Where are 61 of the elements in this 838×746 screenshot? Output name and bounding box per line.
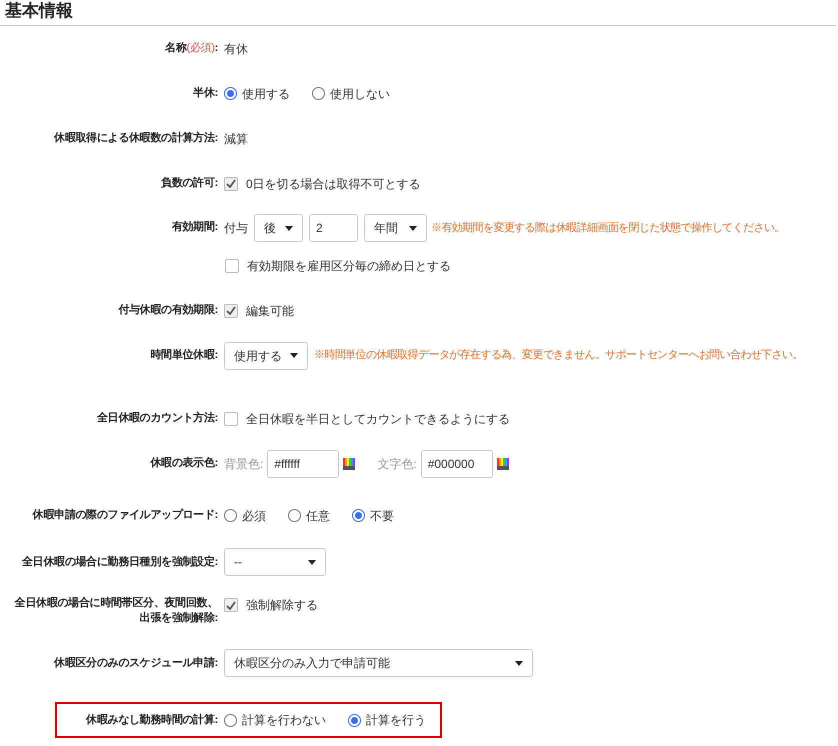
color-input[interactable]: #ffffff <box>267 450 340 478</box>
caret-icon <box>285 226 293 230</box>
field-label: 休暇みなし勤務時間の計算: <box>86 714 218 726</box>
radio-button[interactable] <box>224 87 237 100</box>
field-prefix: 付与 <box>224 220 248 237</box>
field-label: 休暇申請の際のファイルアップロード: <box>32 509 218 521</box>
radio-label: 必須 <box>242 508 266 524</box>
field-label: 有効期間: <box>172 221 218 233</box>
radio-button[interactable] <box>288 509 301 522</box>
warning-note: ※有効期間を変更する際は休暇詳細画面を閉じた状態で操作してください。 <box>431 220 785 236</box>
checkbox-label: 全日休暇を半日としてカウントできるようにする <box>246 410 510 428</box>
checkbox-label: 有効期限を雇用区分毎の締め日とする <box>247 258 451 275</box>
radio-label: 使用する <box>242 86 290 102</box>
radio-button[interactable] <box>352 509 365 522</box>
dropdown[interactable]: -- <box>224 548 326 576</box>
dropdown[interactable]: 休暇区分のみ入力で申請可能 <box>224 649 533 677</box>
radio-label: 任意 <box>306 508 330 524</box>
radio-label: 計算を行う <box>366 712 426 729</box>
field-label: 負数の許可: <box>161 177 218 189</box>
radio-label: 不要 <box>370 508 394 524</box>
field-caption: 背景色: <box>224 456 264 472</box>
caret-icon <box>515 660 523 666</box>
field-label: 全日休暇の場合に時間帯区分、夜間回数、出張を強制解除: <box>14 597 218 624</box>
radio-button[interactable] <box>224 714 237 726</box>
checkbox-label: 0日を切る場合は取得不可とする <box>246 176 421 192</box>
field-label: 全日休暇のカウント方法: <box>96 412 218 424</box>
color-palette-icon[interactable] <box>343 458 356 470</box>
field-label: 半休: <box>193 87 218 99</box>
checkbox-label: 編集可能 <box>246 302 294 320</box>
checkbox[interactable] <box>224 304 238 318</box>
field-label: 休暇取得による休暇数の計算方法: <box>54 132 218 144</box>
field-caption: 文字色: <box>377 456 417 472</box>
dropdown[interactable]: 後 <box>254 214 303 242</box>
caret-icon <box>409 226 417 230</box>
warning-note: ※時間単位の休暇取得データが存在する為、変更できません。サポートセンターへお問い合わせ下さい。 <box>314 348 803 364</box>
field-label: 休暇区分のみのスケジュール申請: <box>54 656 218 668</box>
field-label: 休暇の表示色: <box>150 457 218 469</box>
field-label: 全日休暇の場合に勤務日種別を強制設定: <box>22 556 218 568</box>
checkbox[interactable] <box>225 259 239 273</box>
checkbox-label: 強制解除する <box>246 597 318 614</box>
checkbox[interactable] <box>224 598 238 612</box>
number-input[interactable]: 2 <box>309 214 358 242</box>
caret-icon <box>290 353 298 358</box>
section-title: 基本情報 <box>5 0 73 22</box>
color-input[interactable]: #000000 <box>420 450 493 478</box>
radio-button[interactable] <box>312 87 325 100</box>
radio-label: 使用しない <box>330 86 390 102</box>
field-label: 時間単位休暇: <box>150 349 218 361</box>
radio-button[interactable] <box>348 714 361 726</box>
field-label: 付与休暇の有効期限: <box>118 304 218 316</box>
field-label: 名称(必須): <box>165 42 218 54</box>
dropdown[interactable]: 年間 <box>364 214 427 242</box>
checkbox[interactable] <box>224 412 238 426</box>
dropdown[interactable]: 使用する <box>224 342 308 370</box>
field-value: 減算 <box>224 130 248 148</box>
color-palette-icon[interactable] <box>496 458 509 470</box>
field-value: 有休 <box>224 40 248 58</box>
caret-icon <box>308 560 316 564</box>
checkbox[interactable] <box>224 176 238 190</box>
radio-label: 計算を行わない <box>242 712 326 729</box>
radio-button[interactable] <box>224 509 237 522</box>
